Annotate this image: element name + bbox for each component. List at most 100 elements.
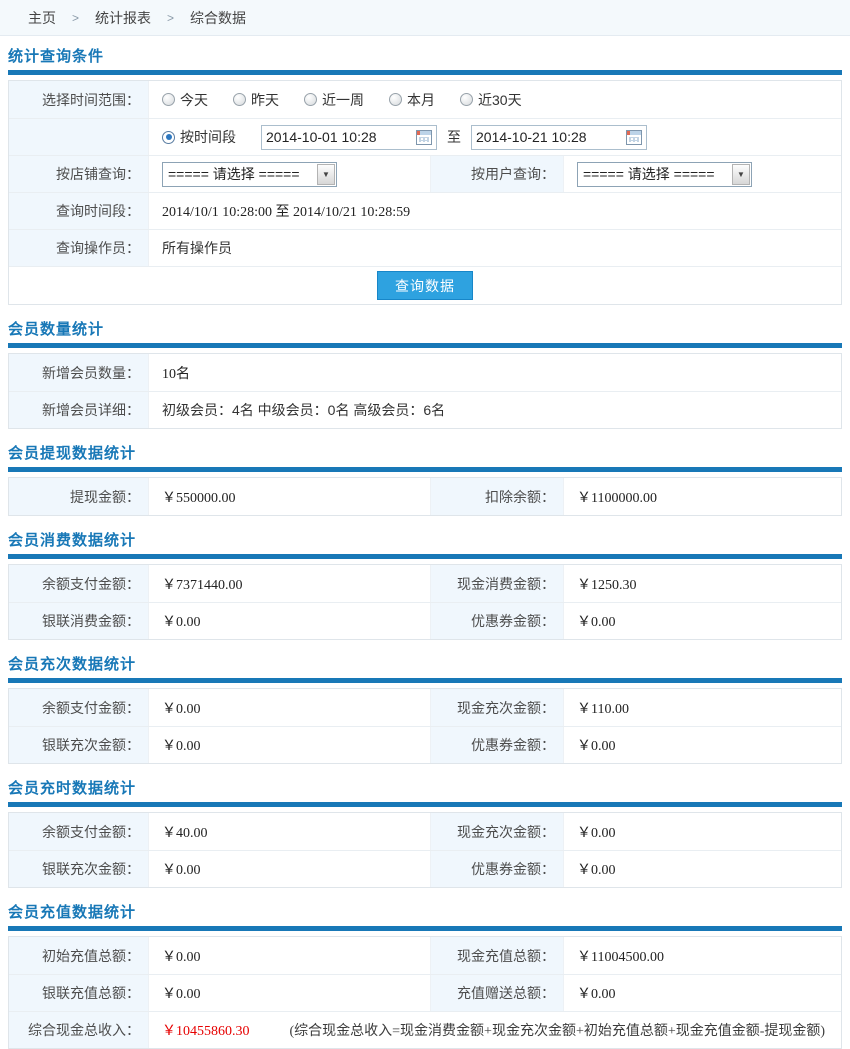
- row-value: ￥0.00: [564, 813, 841, 850]
- radio-period-icon[interactable]: [162, 131, 175, 144]
- radio-last-30-days-label: 近30天: [478, 90, 522, 110]
- row-label: 新增会员数量：: [9, 354, 149, 391]
- table-row: 银联消费金额： ￥0.00 优惠券金额： ￥0.00: [9, 602, 841, 639]
- breadcrumb-separator-icon: >: [167, 11, 174, 25]
- row-label: 银联充次金额：: [9, 727, 149, 763]
- breadcrumb-report[interactable]: 统计报表: [95, 8, 151, 28]
- radio-option-last-30-days[interactable]: 近30天: [460, 90, 522, 110]
- row-value: 10名: [149, 354, 841, 391]
- date-to-separator: 至: [447, 127, 461, 147]
- row-label: 余额支付金额：: [9, 565, 149, 602]
- radio-option-period[interactable]: 按时间段: [162, 127, 236, 147]
- row-label: 银联充次金额：: [9, 851, 149, 887]
- query-period-value: 2014/10/1 10:28:00 至 2014/10/21 10:28:59: [149, 193, 841, 229]
- withdraw-stats-table: 提现金额： ￥550000.00 扣除余额： ￥1100000.00: [8, 477, 842, 516]
- row-value: ￥1250.30: [564, 565, 841, 602]
- summary-label: 综合现金总收入：: [9, 1012, 149, 1048]
- query-period-row: 查询时间段： 2014/10/1 10:28:00 至 2014/10/21 1…: [9, 192, 841, 229]
- row-label: 银联充值总额：: [9, 975, 149, 1011]
- chevron-down-icon[interactable]: ▼: [732, 164, 750, 185]
- radio-option-today[interactable]: 今天: [162, 90, 208, 110]
- row-label: 余额支付金额：: [9, 689, 149, 726]
- date-to-value[interactable]: [476, 129, 626, 145]
- calendar-icon[interactable]: [626, 130, 642, 145]
- user-select[interactable]: ===== 请选择 ===== ▼: [577, 162, 752, 187]
- row-label: 初始充值总额：: [9, 937, 149, 974]
- member-count-table: 新增会员数量： 10名 新增会员详细： 初级会员：4名 中级会员：0名 高级会员…: [8, 353, 842, 429]
- row-value: ￥550000.00: [149, 478, 430, 515]
- consume-stats-table: 余额支付金额： ￥7371440.00 现金消费金额： ￥1250.30 银联消…: [8, 564, 842, 640]
- radio-yesterday-icon[interactable]: [233, 93, 246, 106]
- summary-formula-note: (综合现金总收入=现金消费金额+现金充次金额+初始充值总额+现金充值金额-提现金…: [290, 1020, 826, 1040]
- breadcrumb-home[interactable]: 主页: [28, 8, 56, 28]
- period-row-empty-label: [9, 119, 149, 155]
- table-row: 银联充次金额： ￥0.00 优惠券金额： ￥0.00: [9, 726, 841, 763]
- recharge-time-table: 余额支付金额： ￥40.00 现金充次金额： ￥0.00 银联充次金额： ￥0.…: [8, 812, 842, 888]
- section-member-topup-stats: 会员充值数据统计 初始充值总额： ￥0.00 现金充值总额： ￥11004500…: [0, 901, 850, 1049]
- date-from-input[interactable]: [261, 125, 437, 150]
- radio-today-icon[interactable]: [162, 93, 175, 106]
- section-query-conditions: 统计查询条件 选择时间范围： 今天 昨天 近一周 本月: [0, 45, 850, 305]
- row-value: ￥0.00: [564, 851, 841, 887]
- date-from-value[interactable]: [266, 129, 416, 145]
- section-title: 统计查询条件: [8, 45, 842, 66]
- radio-yesterday-label: 昨天: [251, 90, 279, 110]
- row-label: 银联消费金额：: [9, 603, 149, 639]
- row-label: 余额支付金额：: [9, 813, 149, 850]
- row-value: ￥110.00: [564, 689, 841, 726]
- summary-value-cell: ￥10455860.30 (综合现金总收入=现金消费金额+现金充次金额+初始充值…: [149, 1012, 841, 1048]
- section-member-recharge-times-stats: 会员充次数据统计 余额支付金额： ￥0.00 现金充次金额： ￥110.00 银…: [0, 653, 850, 764]
- radio-this-month-icon[interactable]: [389, 93, 402, 106]
- row-value: ￥0.00: [149, 851, 430, 887]
- row-label: 现金充次金额：: [430, 813, 564, 850]
- row-value: ￥1100000.00: [564, 478, 841, 515]
- table-row: 余额支付金额： ￥0.00 现金充次金额： ￥110.00: [9, 689, 841, 726]
- radio-option-this-month[interactable]: 本月: [389, 90, 435, 110]
- section-title: 会员数量统计: [8, 318, 842, 339]
- row-value: ￥0.00: [564, 727, 841, 763]
- radio-this-month-label: 本月: [407, 90, 435, 110]
- section-divider: [8, 678, 842, 683]
- section-divider: [8, 802, 842, 807]
- row-label: 现金充次金额：: [430, 689, 564, 726]
- row-value: ￥11004500.00: [564, 937, 841, 974]
- row-value: ￥0.00: [564, 603, 841, 639]
- radio-last-30-days-icon[interactable]: [460, 93, 473, 106]
- radio-option-yesterday[interactable]: 昨天: [233, 90, 279, 110]
- row-label: 新增会员详细：: [9, 392, 149, 428]
- topup-stats-table: 初始充值总额： ￥0.00 现金充值总额： ￥11004500.00 银联充值总…: [8, 936, 842, 1049]
- table-row: 新增会员详细： 初级会员：4名 中级会员：0名 高级会员：6名: [9, 391, 841, 428]
- row-label: 充值赠送总额：: [430, 975, 564, 1011]
- section-divider: [8, 554, 842, 559]
- query-operator-label: 查询操作员：: [9, 230, 149, 266]
- query-form: 选择时间范围： 今天 昨天 近一周 本月: [8, 80, 842, 305]
- radio-period-label: 按时间段: [180, 127, 236, 147]
- table-row: 初始充值总额： ￥0.00 现金充值总额： ￥11004500.00: [9, 937, 841, 974]
- summary-row: 综合现金总收入： ￥10455860.30 (综合现金总收入=现金消费金额+现金…: [9, 1011, 841, 1048]
- table-row: 银联充次金额： ￥0.00 优惠券金额： ￥0.00: [9, 850, 841, 887]
- period-row: 按时间段 至: [9, 118, 841, 155]
- radio-today-label: 今天: [180, 90, 208, 110]
- table-row: 银联充值总额： ￥0.00 充值赠送总额： ￥0.00: [9, 974, 841, 1011]
- time-range-label: 选择时间范围：: [9, 81, 149, 118]
- query-operator-value: 所有操作员: [149, 230, 841, 266]
- row-value: ￥0.00: [149, 975, 430, 1011]
- breadcrumb: 主页 > 统计报表 > 综合数据: [0, 0, 850, 36]
- chevron-down-icon[interactable]: ▼: [317, 164, 335, 185]
- row-value: ￥0.00: [149, 937, 430, 974]
- radio-option-last-week[interactable]: 近一周: [304, 90, 364, 110]
- date-to-input[interactable]: [471, 125, 647, 150]
- section-member-recharge-time-stats: 会员充时数据统计 余额支付金额： ￥40.00 现金充次金额： ￥0.00 银联…: [0, 777, 850, 888]
- shop-select[interactable]: ===== 请选择 ===== ▼: [162, 162, 337, 187]
- filters-row: 按店铺查询： ===== 请选择 ===== ▼ 按用户查询： ===== 请选…: [9, 155, 841, 192]
- section-title: 会员提现数据统计: [8, 442, 842, 463]
- query-data-button[interactable]: 查询数据: [377, 271, 473, 300]
- radio-last-week-icon[interactable]: [304, 93, 317, 106]
- calendar-icon[interactable]: [416, 130, 432, 145]
- shop-select-value: ===== 请选择 =====: [163, 164, 316, 184]
- time-range-row: 选择时间范围： 今天 昨天 近一周 本月: [9, 81, 841, 118]
- user-select-value: ===== 请选择 =====: [578, 164, 731, 184]
- section-title: 会员充时数据统计: [8, 777, 842, 798]
- user-filter-cell: ===== 请选择 ===== ▼: [564, 156, 841, 192]
- summary-total-value: ￥10455860.30: [162, 1020, 250, 1040]
